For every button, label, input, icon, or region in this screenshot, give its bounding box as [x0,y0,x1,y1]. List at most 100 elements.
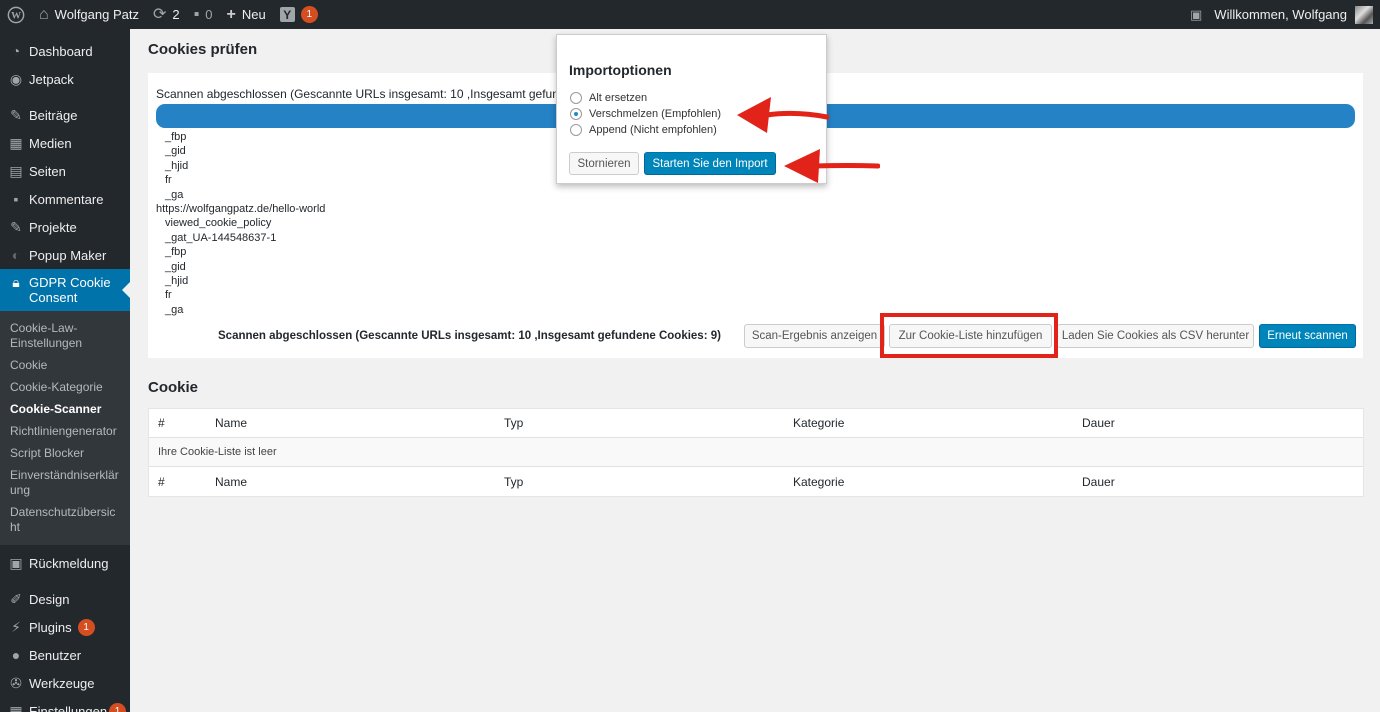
menu-label: Projekte [29,219,77,235]
menu-label: Plugins [29,619,72,635]
menu-label: Einstellungen [29,703,108,712]
scanned-cookie: _gid [165,260,186,273]
menu-jetpack[interactable]: ◉ Jetpack [0,65,130,93]
avatar [1355,5,1373,24]
comment-icon: ▪ [193,5,200,23]
table-empty-row: Ihre Cookie-Liste ist leer [149,438,1363,467]
scanned-cookie: _hjid [165,275,189,288]
radio-button[interactable] [570,92,582,104]
updates-link[interactable]: ⟳ 2 [146,0,187,29]
menu-benutzer[interactable]: ● Benutzer [0,641,130,669]
download-csv-button[interactable]: Laden Sie Cookies als CSV herunter [1057,324,1254,348]
submenu-policy-generator[interactable]: Richtliniengenerator [0,421,130,443]
menu-einstellungen[interactable]: ▦ Einstellungen 1 [0,697,130,712]
site-name: Wolfgang Patz [54,7,139,22]
page-title: Cookies prüfen [148,41,258,58]
wordpress-logo[interactable]: W [0,0,32,29]
start-import-button[interactable]: Starten Sie den Import [644,152,776,175]
site-name-link[interactable]: ⌂ Wolfgang Patz [32,0,146,29]
menu-label: Popup Maker [29,247,107,263]
menu-label: Medien [29,135,72,151]
column-footer: Kategorie [793,474,845,489]
lock-icon: 🔒︎ [12,274,20,290]
radio-button[interactable] [570,124,582,136]
radio-button-checked[interactable] [570,108,582,120]
home-icon: ⌂ [39,5,49,23]
submenu-cookie-category[interactable]: Cookie-Kategorie [0,377,130,399]
pin-icon: ✎ [10,218,22,235]
menu-rueckmeldung[interactable]: ▣ Rückmeldung [0,549,130,577]
updates-count: 2 [172,7,180,22]
menu-gdpr-cookie-consent[interactable]: 🔒︎ GDPR Cookie Consent [0,269,130,311]
menu-label: Benutzer [29,647,82,663]
dialog-title: Importoptionen [569,62,672,78]
scanned-cookie: _gat_UA-144548637-1 [165,231,277,244]
settings-icon: ▦ [9,702,23,712]
scanned-cookie: _fbp [165,131,187,143]
submenu-cookie-law-settings[interactable]: Cookie-Law-Einstellungen [0,318,130,355]
plus-icon: + [226,5,236,23]
option-replace-old[interactable]: Alt ersetzen [570,92,647,104]
comments-link[interactable]: ▪ 0 [187,0,220,29]
menu-projekte[interactable]: ✎ Projekte [0,213,130,241]
show-scan-result-button[interactable]: Scan-Ergebnis anzeigen [744,324,885,348]
comment-icon: ▪ [13,191,19,207]
comments-count: 0 [205,7,213,22]
column-header: Name [215,416,248,430]
menu-beitraege[interactable]: ✎ Beiträge [0,101,130,129]
scanned-url: https://wolfgangpatz.de/hello-world [156,203,326,216]
column-header: Dauer [1082,416,1115,430]
menu-design[interactable]: ✐ Design [0,585,130,613]
greeting: Willkommen, Wolfgang [1214,7,1347,22]
submenu-script-blocker[interactable]: Script Blocker [0,443,130,465]
yoast-badge: 1 [300,6,318,23]
settings-badge: 1 [109,702,127,712]
yoast-link[interactable]: Y 1 [273,0,325,29]
refresh-icon: ⟳ [152,5,167,23]
menu-label: Beiträge [29,107,78,123]
user-icon: ● [11,647,21,663]
submenu-cookie[interactable]: Cookie [0,355,130,377]
menu-popup-maker[interactable]: ◐ Popup Maker [0,241,130,269]
annotation-arrow-icon [737,97,830,133]
scanned-cookie: viewed_cookie_policy [165,217,272,230]
menu-plugins[interactable]: ⚡︎ Plugins 1 [0,613,130,641]
scanned-cookie: _hjid [165,159,189,172]
submenu-cookie-scanner[interactable]: Cookie-Scanner [0,399,130,421]
scanned-cookie: _gid [165,145,186,158]
option-append[interactable]: Append (Nicht empfohlen) [570,124,717,136]
wordpress-icon: W [7,6,25,23]
brush-icon: ✐ [10,590,22,607]
plugins-badge: 1 [77,618,95,636]
new-content-link[interactable]: + Neu [220,0,273,29]
column-footer: Dauer [1082,474,1115,489]
menu-medien[interactable]: ▦ Medien [0,129,130,157]
cookie-section-title: Cookie [148,379,199,396]
jetpack-icon: ◉ [9,70,23,87]
column-footer: Name [215,474,248,489]
option-label: Alt ersetzen [589,92,648,104]
rescan-button[interactable]: Erneut scannen [1259,324,1356,348]
menu-seiten[interactable]: ▤ Seiten [0,157,130,185]
menu-label: Dashboard [29,43,93,59]
column-header: Typ [504,416,524,430]
option-merge[interactable]: Verschmelzen (Empfohlen) [570,108,721,120]
account-link[interactable]: ▣ Willkommen, Wolfgang [1183,0,1380,29]
submenu-consent-log[interactable]: Einverständniserklärung [0,465,130,502]
menu-label: Design [29,591,70,607]
menu-kommentare[interactable]: ▪ Kommentare [0,185,130,213]
yoast-icon: Y [279,7,295,22]
column-header: Kategorie [793,416,845,430]
menu-label: Jetpack [29,71,74,87]
media-icon: ▦ [9,134,23,151]
admin-bar: W ⌂ Wolfgang Patz ⟳ 2 ▪ 0 + Neu Y 1 ▣ Wi… [0,0,1380,29]
menu-label-line: GDPR Cookie [29,275,111,290]
new-label: Neu [241,7,266,22]
scanned-cookie-list: _fbp _gid _hjid fr _ga https://wolfgangpatz.d… [156,130,325,317]
option-label: Verschmelzen (Empfohlen) [589,108,722,120]
menu-dashboard[interactable]: ◔ Dashboard [0,37,130,65]
menu-label-line: Consent [29,290,78,305]
submenu-privacy-overview[interactable]: Datenschutzübersicht [0,502,130,539]
menu-werkzeuge[interactable]: ✇ Werkzeuge [0,669,130,697]
cancel-button[interactable]: Stornieren [569,152,639,175]
